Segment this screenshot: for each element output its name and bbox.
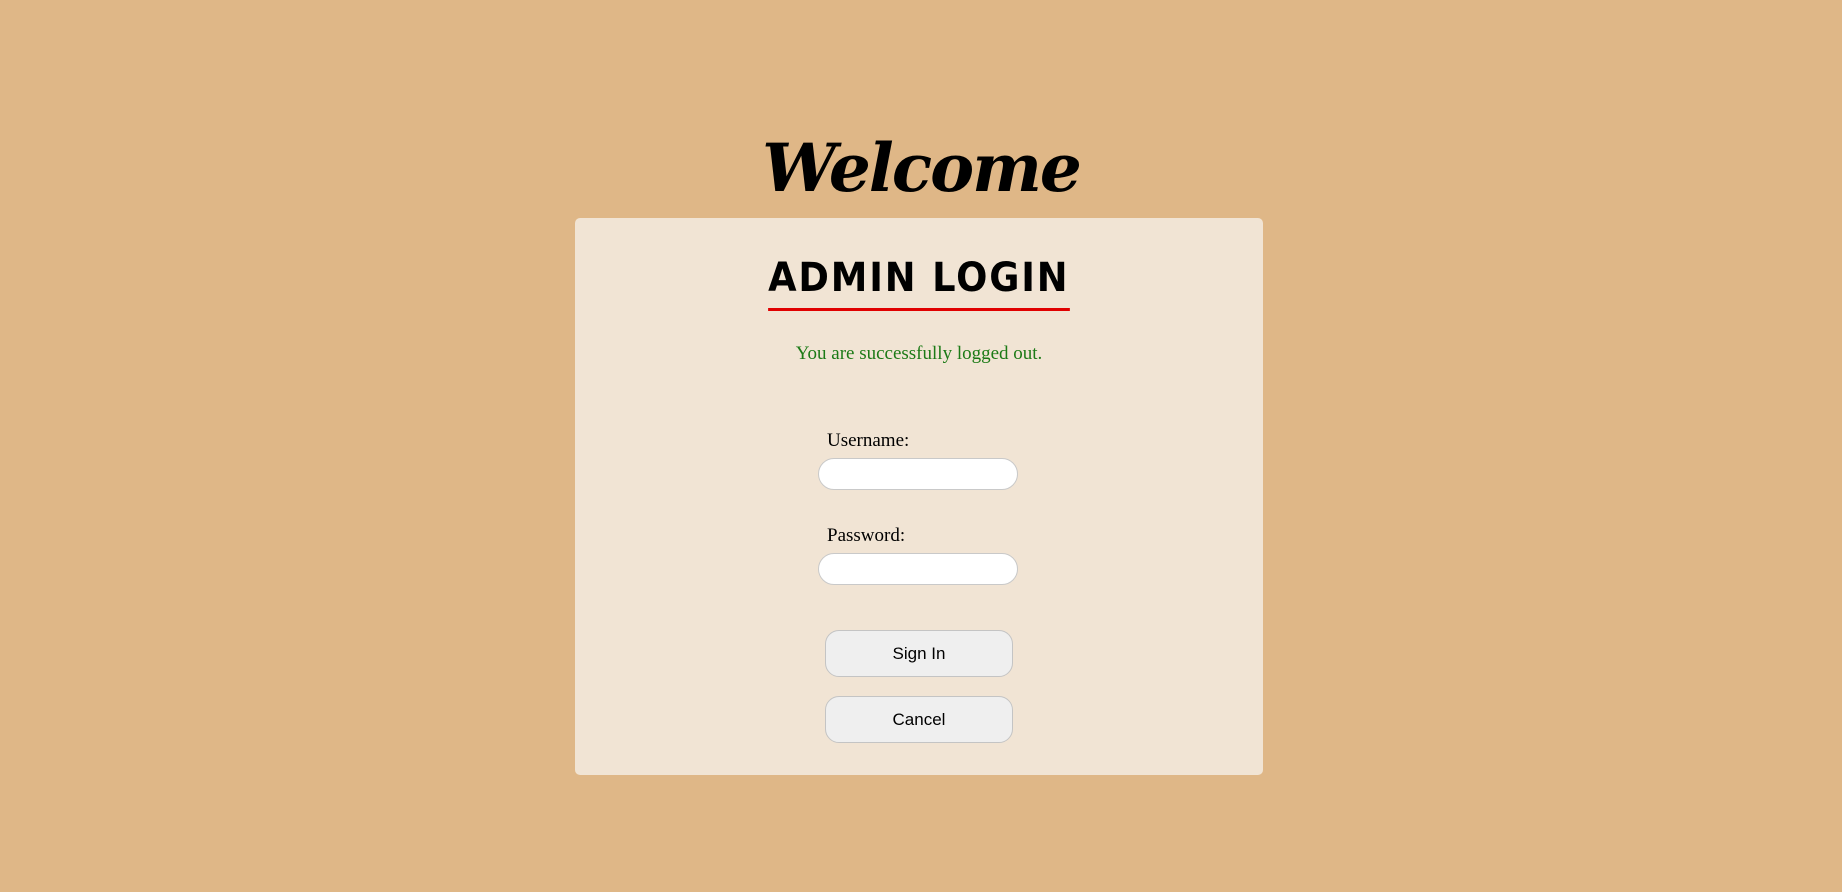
welcome-heading: Welcome [762, 129, 1082, 207]
sign-in-button[interactable]: Sign In [825, 630, 1013, 677]
password-label: Password: [827, 525, 906, 546]
admin-login-card: ADMIN LOGIN You are successfully logged … [575, 218, 1263, 775]
logout-status-message: You are successfully logged out. [795, 343, 1043, 364]
password-input[interactable] [818, 553, 1018, 585]
cancel-button[interactable]: Cancel [825, 696, 1013, 743]
login-title-text: ADMIN LOGIN [768, 254, 1070, 311]
login-title: ADMIN LOGIN [575, 254, 1263, 311]
username-label: Username: [827, 430, 910, 451]
username-input[interactable] [818, 458, 1018, 490]
